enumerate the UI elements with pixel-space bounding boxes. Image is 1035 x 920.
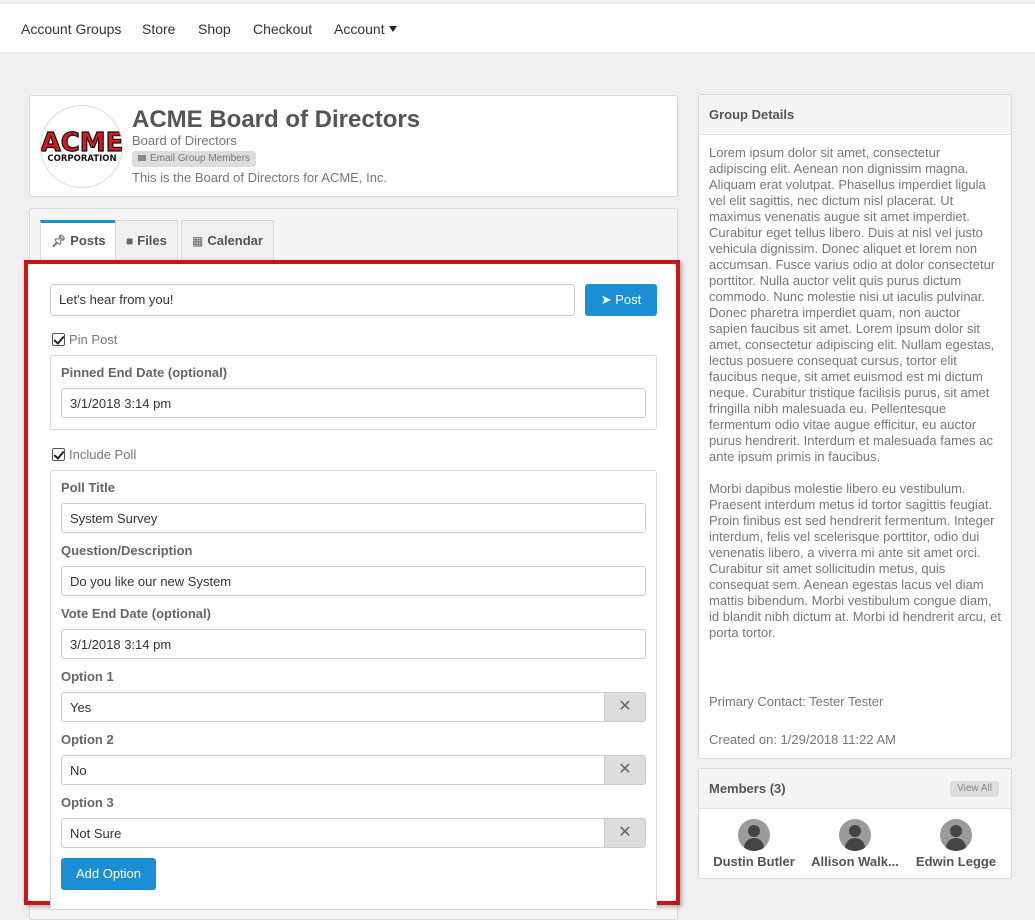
tab-files-label: Files — [137, 233, 167, 248]
post-button-label: Post — [615, 292, 642, 307]
tab-files[interactable]: ■ Files — [115, 220, 178, 260]
nav-account-groups[interactable]: Account Groups — [21, 21, 121, 37]
member-item[interactable]: Dustin Butler — [704, 819, 804, 869]
envelope-icon — [138, 155, 146, 161]
avatar — [940, 819, 972, 851]
pinned-end-date-input[interactable]: 3/1/2018 3:14 pm — [61, 388, 646, 418]
tab-posts-label: Posts — [70, 233, 106, 248]
pin-icon: 📌︎ — [51, 234, 67, 248]
poll-title-label: Poll Title — [61, 480, 115, 495]
question-input[interactable]: Do you like our new System — [61, 566, 646, 596]
post-text-input[interactable]: Let's hear from you! — [50, 284, 575, 316]
vote-end-date-label: Vote End Date (optional) — [61, 606, 211, 621]
member-name: Dustin Butler — [713, 854, 795, 869]
primary-contact: Primary Contact: Tester Tester — [709, 694, 884, 709]
option-2-remove-button[interactable]: ✕ — [604, 755, 646, 785]
member-name: Edwin Legge — [915, 854, 997, 869]
option-3-input[interactable]: Not Sure — [61, 818, 604, 848]
details-paragraph-2: Morbi dapibus molestie libero eu vestibu… — [709, 481, 1001, 640]
group-details-body: Lorem ipsum dolor sit amet, consectetur … — [699, 135, 1011, 667]
nav-shop[interactable]: Shop — [198, 21, 231, 37]
include-poll-label: Include Poll — [69, 447, 137, 462]
member-name: Allison Walk... — [811, 854, 899, 869]
avatar — [839, 819, 871, 851]
pinned-end-panel: Pinned End Date (optional) 3/1/2018 3:14… — [50, 355, 657, 430]
poll-title-input[interactable]: System Survey — [61, 503, 646, 533]
tab-calendar[interactable]: ▦ Calendar — [181, 220, 274, 260]
nav-store[interactable]: Store — [142, 21, 175, 37]
page-title: ACME Board of Directors — [132, 106, 421, 133]
view-all-button[interactable]: View All — [950, 781, 999, 797]
option-1-remove-button[interactable]: ✕ — [604, 692, 646, 722]
group-subtitle: Board of Directors — [132, 133, 237, 148]
calendar-icon: ▦ — [192, 234, 204, 248]
nav-account-dropdown[interactable]: Account — [334, 21, 397, 37]
pin-post-checkbox[interactable] — [52, 333, 65, 346]
option-3-label: Option 3 — [61, 795, 114, 810]
logo-subword: CORPORATION — [47, 154, 116, 164]
member-item[interactable]: Edwin Legge — [906, 819, 1006, 869]
group-details-card: Group Details Lorem ipsum dolor sit amet… — [698, 94, 1012, 759]
nav-checkout[interactable]: Checkout — [253, 21, 312, 37]
caret-down-icon — [388, 26, 397, 32]
members-heading: Members (3) View All — [699, 769, 1011, 809]
details-paragraph-1: Lorem ipsum dolor sit amet, consectetur … — [709, 145, 996, 464]
top-nav: Account Groups Store Shop Checkout Accou… — [0, 3, 1035, 53]
group-header-card: ACME CORPORATION ACME Board of Directors… — [29, 95, 678, 197]
post-button[interactable]: ➤ Post — [585, 284, 657, 316]
group-details-heading: Group Details — [699, 95, 1011, 135]
close-icon: ✕ — [618, 698, 632, 715]
nav-account-label: Account — [334, 21, 385, 37]
add-option-button[interactable]: Add Option — [61, 858, 156, 890]
option-1-input[interactable]: Yes — [61, 692, 604, 722]
created-on: Created on: 1/29/2018 11:22 AM — [709, 732, 896, 747]
folder-icon: ■ — [126, 234, 134, 248]
close-icon: ✕ — [618, 824, 632, 841]
vote-end-date-input[interactable]: 3/1/2018 3:14 pm — [61, 629, 646, 659]
send-icon: ➤ — [600, 292, 612, 307]
tab-calendar-label: Calendar — [207, 233, 263, 248]
email-group-members-label: Email Group Members — [150, 153, 251, 164]
option-2-label: Option 2 — [61, 732, 114, 747]
group-logo: ACME CORPORATION — [40, 105, 123, 188]
members-heading-label: Members (3) — [709, 781, 786, 796]
pinned-end-date-label: Pinned End Date (optional) — [61, 365, 228, 380]
question-label: Question/Description — [61, 543, 193, 558]
pin-post-label: Pin Post — [69, 332, 118, 347]
email-group-members-button[interactable]: Email Group Members — [132, 151, 257, 167]
include-poll-row: Include Poll — [52, 447, 136, 462]
option-2-input[interactable]: No — [61, 755, 604, 785]
members-card: Members (3) View All Dustin Butler Allis… — [698, 768, 1012, 879]
poll-panel: Poll Title System Survey Question/Descri… — [50, 470, 657, 910]
tab-posts[interactable]: 📌︎ Posts — [40, 220, 117, 262]
member-item[interactable]: Allison Walk... — [805, 819, 905, 869]
option-3-remove-button[interactable]: ✕ — [604, 818, 646, 848]
include-poll-checkbox[interactable] — [52, 448, 65, 461]
post-form: Let's hear from you! ➤ Post Pin Post Pin… — [24, 260, 680, 910]
avatar — [738, 819, 770, 851]
pin-post-row: Pin Post — [52, 332, 117, 347]
acme-logo-graphic: ACME CORPORATION — [41, 127, 122, 164]
group-description: This is the Board of Directors for ACME,… — [132, 170, 388, 185]
close-icon: ✕ — [618, 761, 632, 778]
option-1-label: Option 1 — [61, 669, 114, 684]
